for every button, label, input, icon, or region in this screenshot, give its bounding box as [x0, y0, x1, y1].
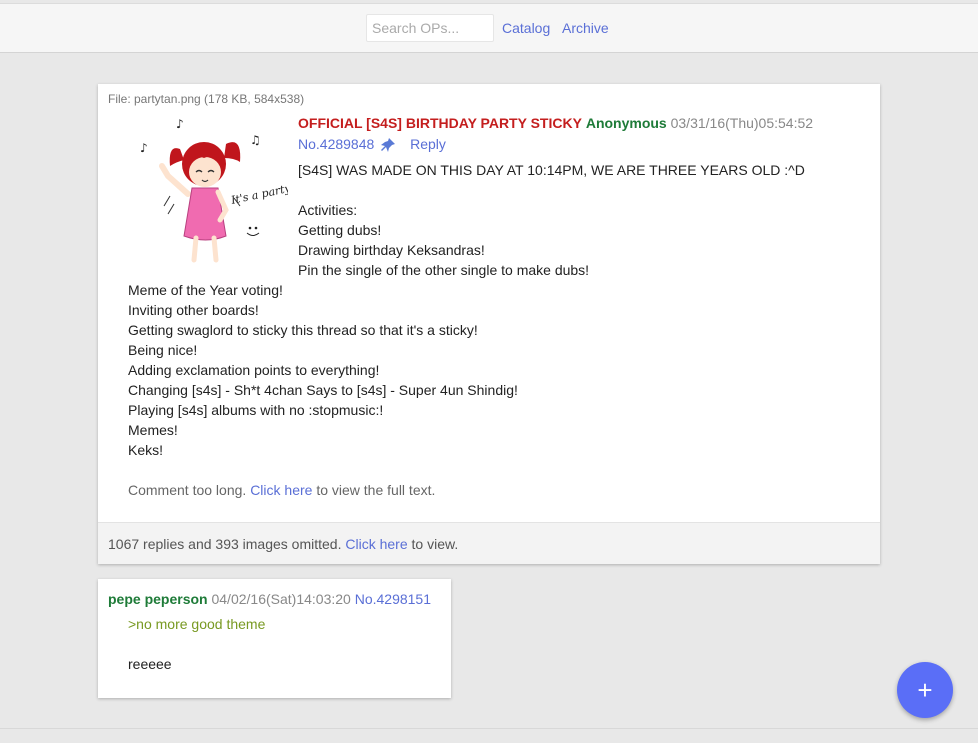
reply-body: reeeee — [128, 656, 172, 672]
too-long-suffix: to view the full text. — [316, 482, 436, 498]
reply-header: pepe peperson 04/02/16(Sat)14:03:20 No.4… — [108, 591, 431, 607]
comment-too-long: Comment too long. Click here to view the… — [128, 482, 435, 498]
bottom-divider — [0, 728, 978, 729]
op-name: Anonymous — [585, 115, 667, 131]
reply-date: 04/02/16(Sat)14:03:20 — [211, 591, 351, 607]
svg-text:♪: ♪ — [176, 117, 184, 131]
op-body-line: Memes! — [128, 422, 178, 438]
reply-link[interactable]: Reply — [410, 136, 446, 152]
op-meta-row: No.4289848 Reply — [298, 136, 446, 153]
op-body-line: Activities: — [298, 202, 358, 218]
reply-post: pepe peperson 04/02/16(Sat)14:03:20 No.4… — [98, 579, 451, 698]
op-body-line: Pin the single of the other single to ma… — [298, 262, 590, 278]
catalog-link[interactable]: Catalog — [502, 20, 550, 36]
op-post: File: partytan.png (178 KB, 584x538) ♪ ♪… — [98, 84, 880, 564]
archive-link[interactable]: Archive — [562, 20, 609, 36]
omitted-bar: 1067 replies and 393 images omitted. Cli… — [98, 522, 880, 564]
op-post-number[interactable]: No.4289848 — [298, 136, 374, 152]
svg-text:♫: ♫ — [250, 133, 261, 147]
op-body-line: Getting dubs! — [298, 222, 382, 238]
view-full-text-link[interactable]: Click here — [250, 482, 312, 498]
op-body-line: [S4S] WAS MADE ON THIS DAY AT 10:14PM, W… — [298, 162, 805, 178]
op-body-line: Playing [s4s] albums with no :stopmusic:… — [128, 402, 384, 418]
top-bar: Catalog Archive — [0, 3, 978, 53]
op-body-line: Getting swaglord to sticky this thread s… — [128, 322, 478, 338]
op-body-line: Being nice! — [128, 342, 198, 358]
op-date: 03/31/16(Thu)05:54:52 — [670, 115, 814, 131]
op-thumbnail[interactable]: ♪ ♪ ♫ It's a party — [128, 114, 288, 264]
omitted-count: 1067 replies and 393 images omitted. — [108, 536, 342, 552]
search-input[interactable] — [366, 14, 494, 42]
omitted-summary: 1067 replies and 393 images omitted. Cli… — [108, 536, 458, 552]
svg-text:♪: ♪ — [140, 141, 148, 155]
op-body-line: Inviting other boards! — [128, 302, 259, 318]
reply-post-number[interactable]: No.4298151 — [355, 591, 431, 607]
op-body-line: Keks! — [128, 442, 164, 458]
reply-name: pepe peperson — [108, 591, 208, 607]
op-header: OFFICIAL [S4S] BIRTHDAY PARTY STICKY Ano… — [298, 115, 813, 131]
op-body-line: Changing [s4s] - Sh*t 4chan Says to [s4s… — [128, 382, 518, 398]
too-long-prefix: Comment too long. — [128, 482, 247, 498]
reply-greentext: >no more good theme — [128, 616, 266, 632]
op-body-line: Meme of the Year voting! — [128, 282, 283, 298]
omitted-suffix: to view. — [411, 536, 459, 552]
op-subject: OFFICIAL [S4S] BIRTHDAY PARTY STICKY — [298, 115, 582, 131]
new-thread-button[interactable]: + — [897, 662, 953, 718]
file-info: File: partytan.png (178 KB, 584x538) — [108, 92, 305, 106]
pushpin-icon — [381, 138, 396, 153]
op-body-line: Adding exclamation points to everything! — [128, 362, 380, 378]
op-body-line: Drawing birthday Keksandras! — [298, 242, 485, 258]
view-omitted-link[interactable]: Click here — [345, 536, 407, 552]
